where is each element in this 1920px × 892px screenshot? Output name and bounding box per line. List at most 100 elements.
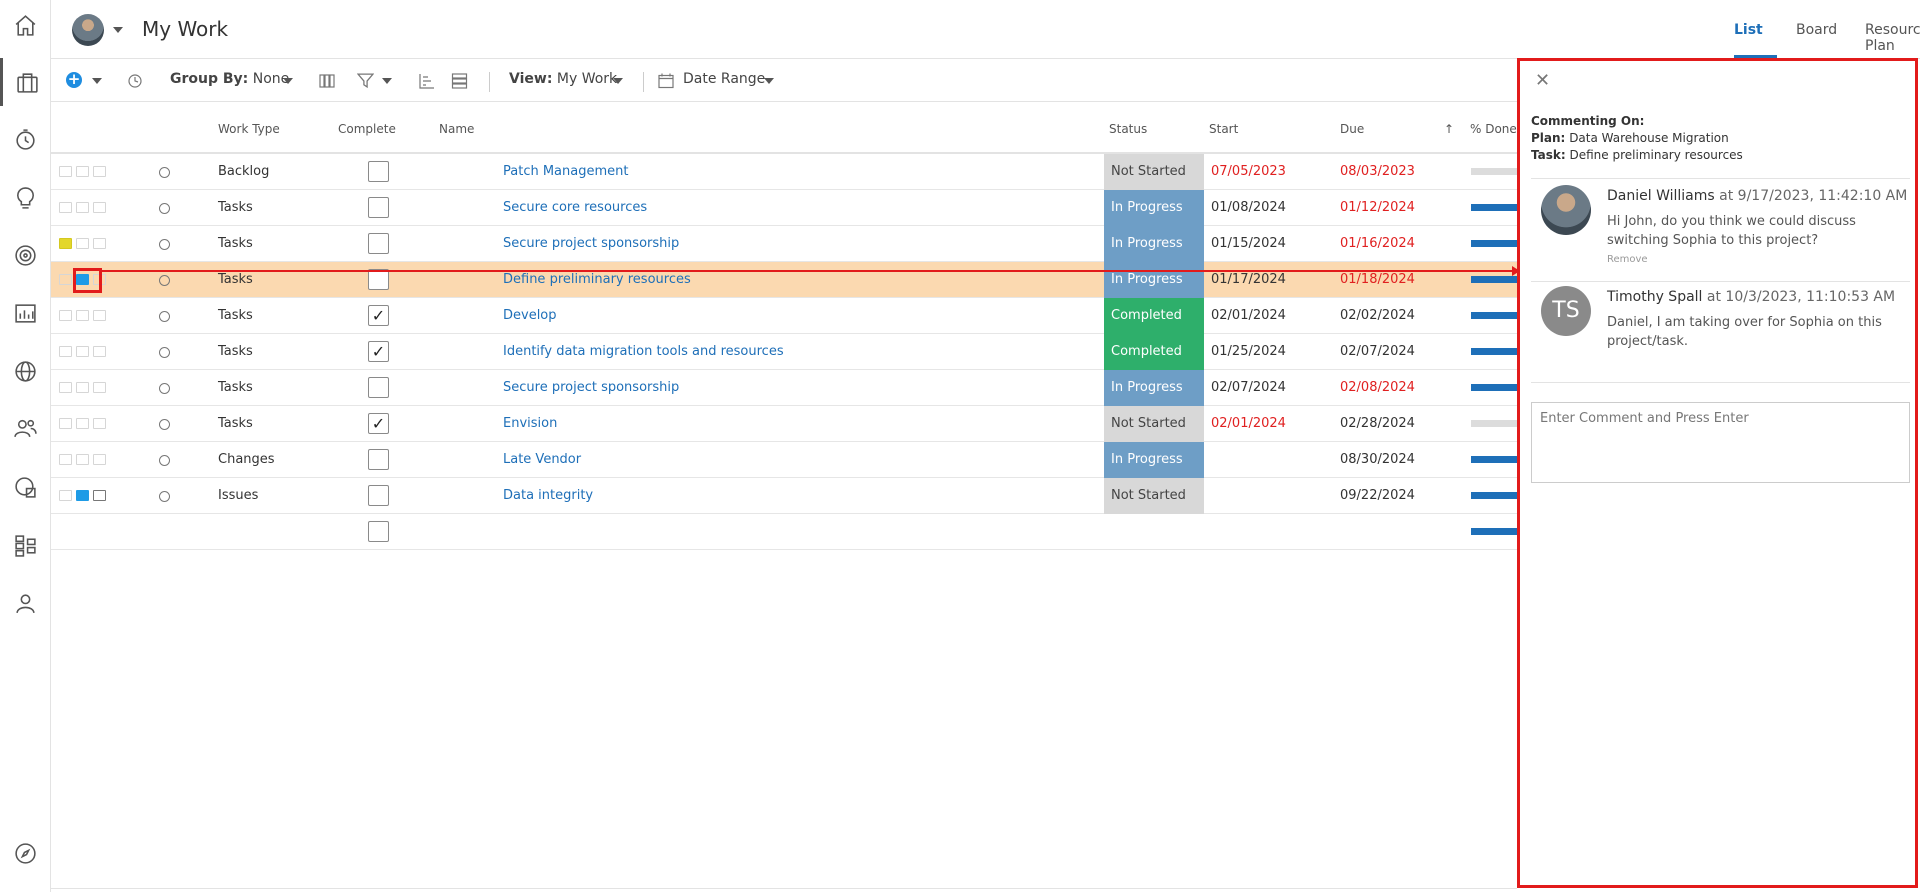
complete-checkbox[interactable] [368,197,389,218]
history-icon[interactable] [127,73,143,89]
tab-resource-plan[interactable]: Resource Plan [1865,22,1920,54]
details-icon[interactable] [93,418,106,429]
row-select-radio[interactable] [159,311,170,322]
task-name-link[interactable]: Patch Management [503,154,628,190]
complete-checkbox[interactable] [368,161,389,182]
status-badge[interactable]: Not Started [1104,478,1204,514]
status-badge[interactable]: In Progress [1104,226,1204,262]
row-select-radio[interactable] [159,419,170,430]
filter-icon[interactable] [357,72,374,89]
details-icon[interactable] [93,490,106,501]
complete-checkbox[interactable]: ✓ [368,413,389,434]
sort-arrow-icon[interactable]: ↑ [1444,122,1454,136]
comment-icon[interactable] [76,238,89,249]
details-icon[interactable] [93,310,106,321]
lightbulb-icon[interactable] [0,174,51,222]
remove-comment-link[interactable]: Remove [1607,254,1648,265]
complete-checkbox[interactable] [368,521,389,542]
column-header-start[interactable]: Start [1209,122,1238,136]
group-by-dropdown[interactable]: Group By: None [170,71,289,87]
row-select-radio[interactable] [159,455,170,466]
details-icon[interactable] [93,346,106,357]
add-icon[interactable]: + [66,72,82,88]
portfolio-icon[interactable] [0,463,51,511]
comment-icon[interactable] [76,490,89,501]
notes-icon[interactable] [59,238,72,249]
task-name-link[interactable]: Data integrity [503,478,593,514]
row-select-radio[interactable] [159,239,170,250]
table-row[interactable]: Tasks ✓ Envision Not Started 02/01/2024 02/28… [51,406,1517,442]
column-header-pct-done[interactable]: % Done [1470,122,1517,136]
table-row[interactable]: Tasks ✓ Identify data migration tools and … [51,334,1517,370]
comment-icon[interactable] [76,418,89,429]
comment-icon[interactable] [76,310,89,321]
complete-checkbox[interactable] [368,377,389,398]
complete-checkbox[interactable]: ✓ [368,305,389,326]
comment-icon[interactable] [76,454,89,465]
column-header-complete[interactable]: Complete [338,122,396,136]
comment-icon[interactable] [76,382,89,393]
table-row[interactable]: Tasks Secure project sponsorship In Progre… [51,226,1517,262]
tab-board[interactable]: Board [1796,22,1837,38]
complete-checkbox[interactable] [368,233,389,254]
notes-icon[interactable] [59,202,72,213]
details-icon[interactable] [93,166,106,177]
column-header-name[interactable]: Name [439,122,474,136]
status-badge[interactable]: Completed [1104,334,1204,370]
details-icon[interactable] [93,202,106,213]
task-name-link[interactable]: Envision [503,406,557,442]
status-badge[interactable]: In Progress [1104,442,1204,478]
status-badge[interactable]: Completed [1104,298,1204,334]
user-avatar[interactable] [72,14,104,46]
status-badge[interactable]: Not Started [1104,406,1204,442]
row-select-radio[interactable] [159,275,170,286]
notes-icon[interactable] [59,382,72,393]
chevron-down-icon[interactable] [382,78,392,84]
table-row[interactable]: Tasks Define preliminary resources In Prog… [51,262,1517,298]
chevron-down-icon[interactable] [613,78,623,84]
people-icon[interactable] [0,404,51,452]
task-name-link[interactable]: Secure project sponsorship [503,370,679,406]
compass-icon[interactable] [0,829,51,877]
status-badge[interactable]: In Progress [1104,262,1204,298]
gantt-icon[interactable] [419,73,435,89]
task-name-link[interactable]: Late Vendor [503,442,581,478]
status-badge[interactable]: In Progress [1104,370,1204,406]
tab-list[interactable]: List [1734,22,1763,38]
chevron-down-icon[interactable] [764,78,774,84]
notes-icon[interactable] [59,274,72,285]
complete-checkbox[interactable] [368,269,389,290]
timer-icon[interactable] [0,115,51,163]
notes-icon[interactable] [59,418,72,429]
table-row[interactable] [51,514,1517,550]
chevron-down-icon[interactable] [283,78,293,84]
home-icon[interactable] [0,1,51,49]
row-select-radio[interactable] [159,491,170,502]
status-badge[interactable]: Not Started [1104,154,1204,190]
details-icon[interactable] [93,238,106,249]
globe-icon[interactable] [0,347,51,395]
calendar-icon[interactable] [658,72,674,89]
details-icon[interactable] [93,382,106,393]
table-row[interactable]: Tasks Secure core resources In Progress 01/… [51,190,1517,226]
comment-input[interactable] [1531,402,1910,483]
complete-checkbox[interactable]: ✓ [368,341,389,362]
hierarchy-icon[interactable] [0,521,51,569]
table-row[interactable]: Changes Late Vendor In Progress 08/30/2024 [51,442,1517,478]
notes-icon[interactable] [59,346,72,357]
comment-icon[interactable] [76,346,89,357]
report-icon[interactable] [0,289,51,337]
table-row[interactable]: Issues Data integrity Not Started 09/22/202… [51,478,1517,514]
notes-icon[interactable] [59,454,72,465]
comment-icon[interactable] [76,202,89,213]
column-header-due[interactable]: Due [1340,122,1364,136]
table-row[interactable]: Backlog Patch Management Not Started 07/05/… [51,154,1517,190]
table-row[interactable]: Tasks ✓ Develop Completed 02/01/2024 02/02/20… [51,298,1517,334]
notes-icon[interactable] [59,490,72,501]
density-icon[interactable] [451,73,468,89]
column-header-status[interactable]: Status [1109,122,1147,136]
notes-icon[interactable] [59,310,72,321]
comment-icon[interactable] [76,166,89,177]
row-select-radio[interactable] [159,383,170,394]
row-select-radio[interactable] [159,167,170,178]
